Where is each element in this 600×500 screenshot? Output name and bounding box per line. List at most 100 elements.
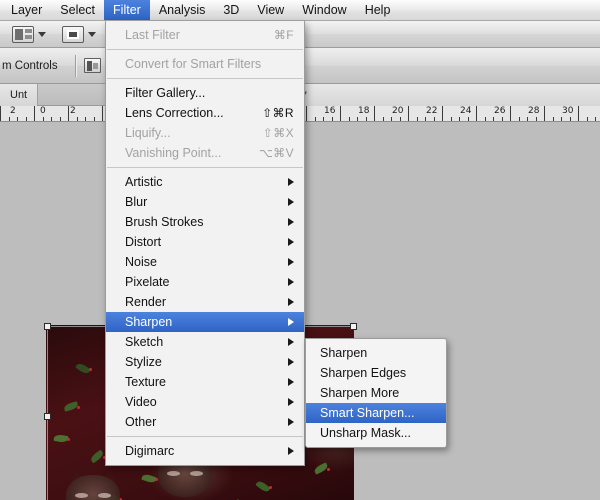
toolbar-divider — [74, 54, 76, 77]
menu-item-last-filter: Last Filter ⌘F — [106, 25, 304, 45]
ruler-tick — [323, 117, 324, 121]
menu-item-artistic[interactable]: Artistic — [106, 172, 304, 192]
transform-handle-middle-left[interactable] — [44, 413, 51, 420]
ruler-tick — [459, 117, 460, 121]
ruler-tick — [442, 106, 443, 121]
submenu-item-label: Smart Sharpen... — [320, 406, 415, 420]
menubar-item-select[interactable]: Select — [51, 0, 104, 20]
menubar-item-label: Filter — [113, 2, 141, 17]
ruler-tick — [578, 106, 579, 121]
ruler-tick — [17, 117, 18, 121]
submenu-item-smart-sharpen[interactable]: Smart Sharpen... — [306, 403, 446, 423]
menu-item-pixelate[interactable]: Pixelate — [106, 272, 304, 292]
submenu-arrow-icon — [288, 318, 294, 326]
menu-item-sharpen[interactable]: Sharpen — [106, 312, 304, 332]
menu-item-lens-correction[interactable]: Lens Correction... ⇧⌘R — [106, 103, 304, 123]
menu-item-other[interactable]: Other — [106, 412, 304, 432]
menu-item-digimarc[interactable]: Digimarc — [106, 441, 304, 461]
ruler-label: 30 — [562, 106, 574, 116]
menu-item-filter-gallery[interactable]: Filter Gallery... — [106, 83, 304, 103]
menu-item-label: Liquify... — [125, 126, 171, 140]
menubar-item-analysis[interactable]: Analysis — [150, 0, 215, 20]
menu-item-shortcut: ⌥⌘V — [258, 146, 294, 160]
menu-item-liquify: Liquify... ⇧⌘X — [106, 123, 304, 143]
ruler-tick — [468, 117, 469, 121]
menu-separator — [107, 436, 303, 437]
menu-item-brush-strokes[interactable]: Brush Strokes — [106, 212, 304, 232]
menu-item-texture[interactable]: Texture — [106, 372, 304, 392]
chevron-down-icon-2[interactable] — [88, 31, 96, 37]
berry-motif — [327, 468, 330, 471]
ruler-tick — [102, 106, 103, 121]
ruler-label: 18 — [358, 106, 370, 116]
menubar-item-label: View — [257, 2, 285, 17]
ruler-tick — [493, 117, 494, 121]
submenu-item-unsharp-mask[interactable]: Unsharp Mask... — [306, 423, 446, 443]
menu-item-vanishing-point: Vanishing Point... ⌥⌘V — [106, 143, 304, 163]
menu-item-render[interactable]: Render — [106, 292, 304, 312]
menubar-item-help[interactable]: Help — [356, 0, 400, 20]
menu-item-video[interactable]: Video — [106, 392, 304, 412]
ruler-tick — [502, 117, 503, 121]
ruler-tick — [51, 117, 52, 121]
preset-picker-group[interactable] — [12, 25, 46, 43]
ruler-label: 2 — [70, 106, 76, 116]
document-tab-overflow[interactable]: ) * — [290, 84, 600, 106]
submenu-item-sharpen[interactable]: Sharpen — [306, 343, 446, 363]
berry-motif — [89, 368, 92, 371]
submenu-arrow-icon — [288, 178, 294, 186]
submenu-arrow-icon — [288, 258, 294, 266]
menu-item-label: Sharpen — [125, 315, 173, 329]
menu-item-label: Texture — [125, 375, 166, 389]
filter-menu[interactable]: Last Filter ⌘F Convert for Smart Filters Fi… — [105, 21, 305, 466]
submenu-arrow-icon — [288, 358, 294, 366]
submenu-item-label: Sharpen More — [320, 386, 400, 400]
menu-item-shortcut: ⇧⌘X — [262, 126, 294, 140]
submenu-arrow-icon — [288, 278, 294, 286]
ruler-tick — [417, 117, 418, 121]
ruler-tick — [77, 117, 78, 121]
transform-handle-top-left[interactable] — [44, 323, 51, 330]
ruler-tick — [595, 117, 596, 121]
menubar-item-filter[interactable]: Filter — [104, 0, 150, 20]
menu-item-shortcut: ⇧⌘R — [262, 106, 294, 120]
menubar-item-layer[interactable]: Layer — [2, 0, 51, 20]
preset-picker-icon[interactable] — [12, 25, 34, 43]
menu-item-sketch[interactable]: Sketch — [106, 332, 304, 352]
selection-mask-group[interactable] — [62, 25, 96, 43]
submenu-item-sharpen-more[interactable]: Sharpen More — [306, 383, 446, 403]
menu-item-blur[interactable]: Blur — [106, 192, 304, 212]
ruler-tick — [587, 117, 588, 121]
sharpen-submenu[interactable]: Sharpen Sharpen Edges Sharpen More Smart Sh… — [305, 338, 447, 448]
ruler-tick — [315, 117, 316, 121]
selection-mask-icon[interactable] — [62, 25, 84, 43]
menu-item-noise[interactable]: Noise — [106, 252, 304, 272]
menu-item-label: Last Filter — [125, 28, 180, 42]
menubar-item-window[interactable]: Window — [293, 0, 355, 20]
menubar-item-3d[interactable]: 3D — [214, 0, 248, 20]
submenu-arrow-icon — [288, 238, 294, 246]
ruler-tick — [527, 117, 528, 121]
ruler-tick — [400, 117, 401, 121]
menu-item-label: Digimarc — [125, 444, 175, 458]
submenu-item-sharpen-edges[interactable]: Sharpen Edges — [306, 363, 446, 383]
menu-item-label: Convert for Smart Filters — [125, 57, 262, 71]
ruler-tick — [349, 117, 350, 121]
menubar-item-view[interactable]: View — [248, 0, 293, 20]
transform-handle-top-right[interactable] — [350, 323, 357, 330]
menu-separator — [107, 78, 303, 79]
menu-item-shortcut: ⌘F — [273, 28, 294, 42]
submenu-arrow-icon — [288, 218, 294, 226]
menu-item-convert-for-smart-filters: Convert for Smart Filters — [106, 54, 304, 74]
ruler-tick — [357, 117, 358, 121]
ruler-tick — [536, 117, 537, 121]
menu-item-distort[interactable]: Distort — [106, 232, 304, 252]
menu-item-label: Noise — [125, 255, 157, 269]
submenu-arrow-icon — [288, 398, 294, 406]
document-tab[interactable]: Unt — [0, 84, 39, 106]
ruler-tick — [519, 117, 520, 121]
chevron-down-icon[interactable] — [38, 31, 46, 37]
ruler-tick — [485, 117, 486, 121]
align-left-icon[interactable] — [83, 58, 101, 73]
menu-item-stylize[interactable]: Stylize — [106, 352, 304, 372]
